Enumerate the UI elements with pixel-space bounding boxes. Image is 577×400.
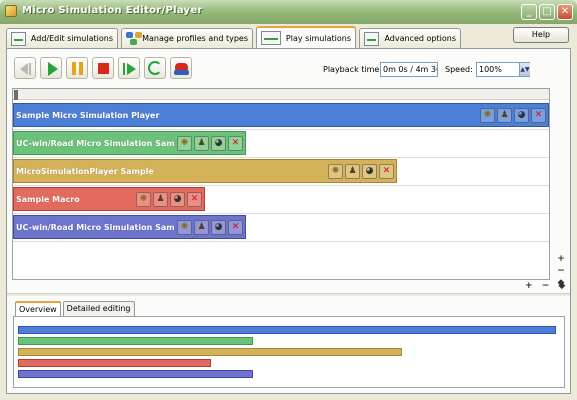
delete-icon[interactable] xyxy=(228,219,243,235)
close-button[interactable]: ✕ xyxy=(557,4,573,20)
loop-button[interactable] xyxy=(144,57,166,79)
tab-manage-profiles[interactable]: Manage profiles and types xyxy=(121,28,253,48)
simulation-bar[interactable]: UC-win/Road Micro Simulation Sample xyxy=(13,215,246,239)
settings-icon[interactable] xyxy=(328,163,343,179)
person-icon[interactable] xyxy=(497,107,512,123)
title-bar: Micro Simulation Editor/Player _ □ ✕ xyxy=(0,0,577,24)
person-icon[interactable] xyxy=(194,219,209,235)
clock-icon[interactable] xyxy=(170,191,185,207)
tab-advanced-options[interactable]: Advanced options xyxy=(359,28,461,48)
delete-icon[interactable] xyxy=(531,107,546,123)
tab-overview[interactable]: Overview xyxy=(15,301,61,316)
settings-icon[interactable] xyxy=(136,191,151,207)
delete-icon[interactable] xyxy=(187,191,202,207)
overview-bar xyxy=(18,348,402,356)
clock-icon[interactable] xyxy=(514,107,529,123)
settings-icon[interactable] xyxy=(177,219,192,235)
settings-icon[interactable] xyxy=(480,107,495,123)
tab-label: Play simulations xyxy=(285,33,351,43)
tab-label: Manage profiles and types xyxy=(142,34,248,43)
simulation-bar[interactable]: Sample Micro Simulation Player xyxy=(13,103,549,127)
pause-icon xyxy=(72,62,76,75)
app-icon xyxy=(5,5,17,17)
timeline-ruler[interactable] xyxy=(13,89,549,100)
overview-bar xyxy=(18,359,211,367)
fit-horizontal-button[interactable]: ◆ xyxy=(558,281,565,291)
speed-label: Speed: xyxy=(445,65,473,74)
tab-play-simulations[interactable]: Play simulations xyxy=(256,26,356,48)
zoom-out-vertical-button[interactable]: − xyxy=(552,265,570,277)
row-divider xyxy=(13,213,549,214)
help-button[interactable]: Help xyxy=(513,27,569,43)
step-forward-button[interactable] xyxy=(118,57,140,79)
clock-icon[interactable] xyxy=(211,135,226,151)
play-button[interactable] xyxy=(40,57,62,79)
tab-detailed-editing[interactable]: Detailed editing xyxy=(62,301,135,316)
speed-spinner[interactable]: ▲▼ xyxy=(519,63,530,76)
timeline-icon xyxy=(261,31,281,45)
playback-time-label: Playback time: xyxy=(323,65,383,74)
zoom-in-horizontal-button[interactable]: + xyxy=(525,281,533,291)
bar-actions xyxy=(326,163,396,179)
bar-actions xyxy=(175,219,245,235)
playback-time-field[interactable]: 0m 0s / 4m 36s xyxy=(380,62,438,77)
row-divider xyxy=(13,241,549,242)
row-divider xyxy=(13,129,549,130)
step-forward-icon xyxy=(127,63,136,75)
loop-icon xyxy=(148,61,162,75)
clock-icon[interactable] xyxy=(211,219,226,235)
bar-actions xyxy=(175,135,245,151)
tab-add-edit-simulations[interactable]: Add/Edit simulations xyxy=(6,28,118,48)
splitter[interactable] xyxy=(7,293,570,296)
simulation-name: Sample Micro Simulation Player xyxy=(16,110,160,120)
main-tabs: Add/Edit simulations Manage profiles and… xyxy=(6,26,464,48)
vehicles-button[interactable] xyxy=(170,57,192,79)
settings-icon[interactable] xyxy=(177,135,192,151)
playback-toolbar xyxy=(14,57,196,79)
stop-icon xyxy=(98,63,109,74)
minimize-button[interactable]: _ xyxy=(521,4,537,20)
play-icon xyxy=(48,62,58,76)
waveform-icon xyxy=(364,31,380,46)
person-icon[interactable] xyxy=(194,135,209,151)
overview-tabs: Overview Detailed editing xyxy=(15,301,137,316)
playhead-handle[interactable] xyxy=(14,90,18,100)
maximize-button[interactable]: □ xyxy=(539,4,555,20)
simulation-bar[interactable]: MicroSimulationPlayer Sample xyxy=(13,159,397,183)
vehicles-icon xyxy=(175,63,188,70)
simulation-name: Sample Macro xyxy=(16,194,80,204)
step-back-icon xyxy=(20,63,28,75)
simulation-bar[interactable]: Sample Macro xyxy=(13,187,205,211)
simulation-bar[interactable]: UC-win/Road Micro Simulation Sample xyxy=(13,131,246,155)
simulation-name: MicroSimulationPlayer Sample xyxy=(16,166,154,176)
person-icon[interactable] xyxy=(153,191,168,207)
row-divider xyxy=(13,185,549,186)
delete-icon[interactable] xyxy=(228,135,243,151)
person-icon[interactable] xyxy=(345,163,360,179)
row-divider xyxy=(13,157,549,158)
play-panel: Playback time: 0m 0s / 4m 36s Speed: 100… xyxy=(6,48,571,394)
zoom-out-horizontal-button[interactable]: − xyxy=(542,281,550,291)
step-back-button[interactable] xyxy=(14,57,36,79)
horizontal-zoom-controls: + − ◆ xyxy=(525,281,565,291)
bar-actions xyxy=(478,107,548,123)
overview-bar xyxy=(18,370,253,378)
timeline[interactable]: Sample Micro Simulation Player UC-win/Ro… xyxy=(12,88,550,280)
tab-label: Advanced options xyxy=(384,34,456,43)
overview-area[interactable] xyxy=(13,316,565,388)
tab-label: Add/Edit simulations xyxy=(30,34,113,43)
clock-icon[interactable] xyxy=(362,163,377,179)
waveform-icon xyxy=(11,31,26,46)
overview-bar xyxy=(18,337,253,345)
simulation-name: UC-win/Road Micro Simulation Sample xyxy=(16,222,175,232)
delete-icon[interactable] xyxy=(379,163,394,179)
window-title: Micro Simulation Editor/Player xyxy=(22,5,203,16)
pause-button[interactable] xyxy=(66,57,88,79)
bar-actions xyxy=(134,191,204,207)
simulation-name: UC-win/Road Micro Simulation Sample xyxy=(16,138,175,148)
overview-bar xyxy=(18,326,556,334)
zoom-in-vertical-button[interactable]: + xyxy=(552,253,570,265)
profiles-icon xyxy=(126,31,142,46)
stop-button[interactable] xyxy=(92,57,114,79)
